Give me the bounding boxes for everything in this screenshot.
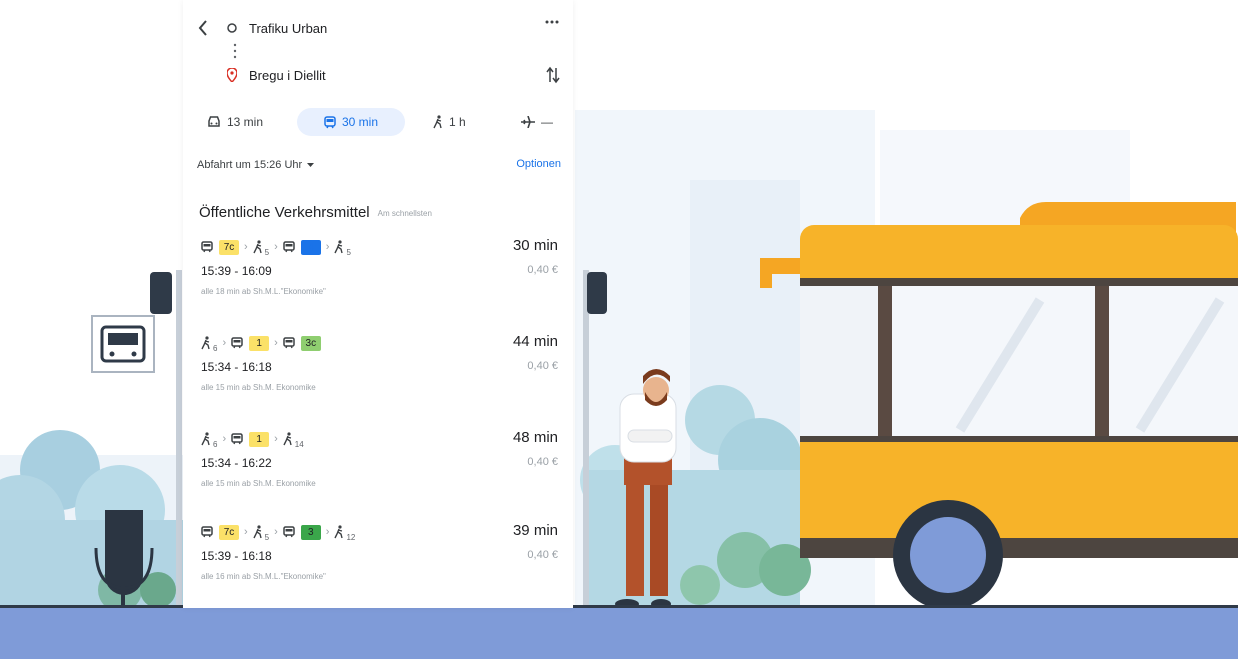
line-badge: 7c — [219, 239, 239, 255]
chevron-right-icon: › — [274, 526, 278, 538]
route-duration: 30 min — [512, 237, 558, 254]
route-frequency: alle 16 min ab Sh.M.L."Ekonomike" — [201, 572, 326, 581]
route-times: 15:34 - 16:22 — [201, 456, 272, 470]
line-badge: 7c — [219, 524, 239, 540]
tab-driving[interactable]: 13 min — [199, 108, 271, 136]
bus-icon — [231, 337, 243, 349]
walk-icon — [253, 525, 263, 539]
route-option[interactable]: 6 › 1 › 14 48 min 15:34 - 16:22 0,40 € alle 15 m… — [183, 428, 573, 518]
route-duration: 48 min — [512, 429, 558, 446]
dropdown-arrow-icon — [307, 162, 315, 168]
destination-row: Bregu i Diellit — [225, 63, 326, 87]
bus-icon — [231, 433, 243, 445]
transit-icon — [324, 115, 336, 129]
swap-directions-icon[interactable] — [546, 66, 560, 84]
route-option[interactable]: 7c › 5 › 3 › 12 39 min 15:39 - 16:18 0,40 € alle 1… — [183, 521, 573, 608]
tab-walking[interactable]: 1 h — [425, 108, 474, 136]
bus-illustration — [760, 202, 1238, 610]
location-pin-icon — [225, 68, 239, 82]
section-header: Öffentliche Verkehrsmittel Am schnellste… — [199, 201, 432, 223]
tab-transit[interactable]: 30 min — [297, 108, 405, 136]
chevron-right-icon: › — [274, 433, 278, 445]
tab-walking-label: 1 h — [449, 115, 466, 129]
route-connector-dots — [233, 43, 237, 64]
line-badge: 4 — [300, 239, 321, 255]
route-price: 0,40 € — [527, 264, 558, 276]
walk-icon — [433, 115, 443, 129]
walk-minutes: 12 — [346, 532, 356, 542]
walk-minutes: 5 — [264, 247, 270, 257]
destination-input[interactable]: Bregu i Diellit — [249, 68, 326, 83]
tab-driving-label: 13 min — [227, 115, 264, 129]
route-option[interactable]: 7c › 5 › 4 › 5 30 min 15:39 - 16:09 0,40 € alle 18… — [183, 236, 573, 326]
route-duration: 44 min — [512, 333, 558, 350]
chevron-right-icon: › — [222, 337, 227, 349]
walk-icon — [283, 432, 293, 446]
departure-selector[interactable]: Abfahrt um 15:26 Uhr — [197, 156, 315, 174]
walk-icon — [201, 432, 211, 446]
route-price: 0,40 € — [527, 549, 558, 561]
options-link[interactable]: Optionen — [516, 158, 561, 170]
road — [0, 606, 1238, 659]
chevron-right-icon: › — [244, 526, 248, 538]
walk-minutes: 5 — [346, 247, 351, 257]
walk-minutes: 6 — [213, 439, 218, 449]
bus-icon — [201, 241, 213, 253]
more-options-icon[interactable] — [545, 20, 559, 24]
flight-icon — [521, 116, 535, 128]
chevron-right-icon: › — [325, 241, 330, 253]
route-option[interactable]: 6 › 1 › 3c 44 min 15:34 - 16:18 0,40 € alle 15 m… — [183, 332, 573, 422]
route-duration: 39 min — [512, 522, 558, 539]
route-times: 15:39 - 16:18 — [201, 549, 272, 563]
walk-icon — [253, 240, 263, 254]
fastest-tag: Am schnellsten — [377, 208, 432, 218]
walk-minutes: 6 — [213, 343, 218, 353]
walk-icon — [334, 525, 344, 539]
route-frequency: alle 15 min ab Sh.M. Ekonomike — [201, 383, 316, 392]
line-badge: 3c — [300, 335, 321, 351]
tab-flight[interactable]: — — [513, 108, 561, 136]
chevron-right-icon: › — [222, 433, 227, 445]
bus-icon — [283, 241, 295, 253]
tab-flight-label: — — [541, 115, 553, 129]
route-frequency: alle 18 min ab Sh.M.L."Ekonomike" — [201, 287, 326, 296]
route-price: 0,40 € — [527, 456, 558, 468]
directions-panel: Trafiku Urban Bregu i Diellit 13 min 30 … — [183, 0, 573, 608]
walk-icon — [201, 336, 211, 350]
bus-icon — [201, 526, 213, 538]
route-times: 15:39 - 16:09 — [201, 264, 272, 278]
back-arrow-icon[interactable] — [193, 16, 213, 40]
route-price: 0,40 € — [527, 360, 558, 372]
origin-row: Trafiku Urban — [193, 16, 327, 40]
line-badge: 1 — [249, 335, 270, 351]
tab-transit-label: 30 min — [341, 115, 379, 129]
origin-input[interactable]: Trafiku Urban — [249, 21, 327, 36]
section-title: Öffentliche Verkehrsmittel — [199, 203, 370, 221]
bus-icon — [283, 337, 295, 349]
walk-minutes: 5 — [264, 532, 270, 542]
bus-icon — [283, 526, 295, 538]
route-steps: 7c › 5 › 4 › 5 — [201, 236, 351, 258]
departure-label: Abfahrt um 15:26 Uhr — [197, 159, 303, 171]
walk-icon — [334, 240, 344, 254]
chevron-right-icon: › — [244, 241, 248, 253]
route-steps: 7c › 5 › 3 › 12 — [201, 521, 355, 543]
route-steps: 6 › 1 › 3c — [201, 332, 321, 354]
car-icon — [207, 116, 221, 128]
chevron-right-icon: › — [274, 337, 278, 349]
origin-circle-icon — [225, 23, 239, 33]
chevron-right-icon: › — [325, 526, 330, 538]
walk-minutes: 14 — [294, 439, 304, 449]
route-frequency: alle 15 min ab Sh.M. Ekonomike — [201, 479, 316, 488]
line-badge: 3 — [300, 524, 321, 540]
chevron-right-icon: › — [274, 241, 278, 253]
line-badge: 1 — [249, 431, 270, 447]
route-steps: 6 › 1 › 14 — [201, 428, 304, 450]
route-times: 15:34 - 16:18 — [201, 360, 272, 374]
